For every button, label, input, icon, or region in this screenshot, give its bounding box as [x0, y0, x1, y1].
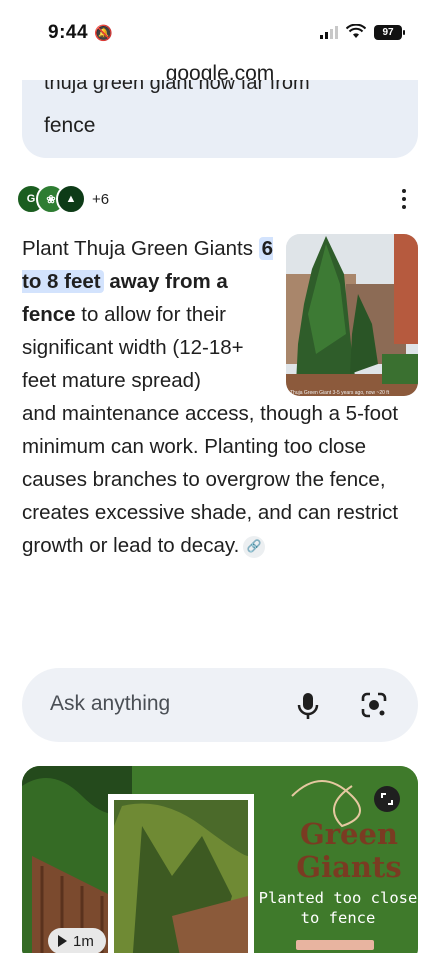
- mic-icon[interactable]: [294, 691, 322, 721]
- video-result-card[interactable]: Green Giants Planted too close to fence …: [22, 766, 418, 953]
- video-title: Green Giants: [296, 817, 402, 884]
- answer-image[interactable]: Thuja Green Giant 3-5 years ago, now ~20…: [286, 234, 418, 396]
- ask-input-placeholder: Ask anything: [50, 692, 171, 715]
- previous-query-last-line: fence: [44, 114, 96, 137]
- answer-wrapped-paragraph: Plant Thuja Green Giants 6 to 8 feet awa…: [22, 232, 280, 397]
- previous-query-cut-line: thuja green giant how far from: [44, 80, 310, 94]
- answer-text: and maintenance access, though a 5-foot …: [22, 402, 399, 557]
- cell-signal-icon: [320, 25, 338, 39]
- more-options-icon[interactable]: [394, 186, 414, 212]
- play-icon: [58, 935, 67, 947]
- video-duration-chip[interactable]: 1m: [48, 928, 106, 953]
- source-count: +6: [92, 190, 110, 208]
- answer-text: Giants: [193, 237, 259, 260]
- expand-icon[interactable]: [374, 786, 400, 812]
- muted-bell-icon: 🔕: [94, 25, 114, 42]
- video-subtitle: Planted too close to fence: [258, 889, 418, 927]
- video-duration: 1m: [73, 932, 94, 950]
- battery-icon: 97: [374, 24, 405, 40]
- ask-input[interactable]: Ask anything: [22, 668, 418, 742]
- status-time: 9:44 🔕: [48, 22, 113, 44]
- previous-query-bubble: thuja green giant how far from fence: [22, 80, 418, 158]
- camera-lens-icon[interactable]: [360, 691, 388, 719]
- answer-text: Plant Thuja Green: [22, 237, 189, 260]
- answer-full-paragraph: and maintenance access, though a 5-foot …: [22, 397, 422, 562]
- link-icon[interactable]: 🔗: [243, 535, 266, 558]
- source-favicons[interactable]: G ❀ ▲ +6: [16, 184, 109, 214]
- status-icons: 97: [320, 24, 405, 40]
- status-bar: 9:44 🔕 97: [0, 0, 440, 60]
- source-logo-icon: ▲: [56, 184, 86, 214]
- clock-text: 9:44: [48, 22, 89, 43]
- thuja-tree-photo: Thuja Green Giant 3-5 years ago, now ~20…: [286, 234, 418, 396]
- wifi-icon: [346, 24, 366, 38]
- image-caption: Thuja Green Giant 3-5 years ago, now ~20…: [290, 390, 390, 396]
- answer-text: to: [75, 303, 99, 326]
- video-source-tag: [296, 940, 374, 950]
